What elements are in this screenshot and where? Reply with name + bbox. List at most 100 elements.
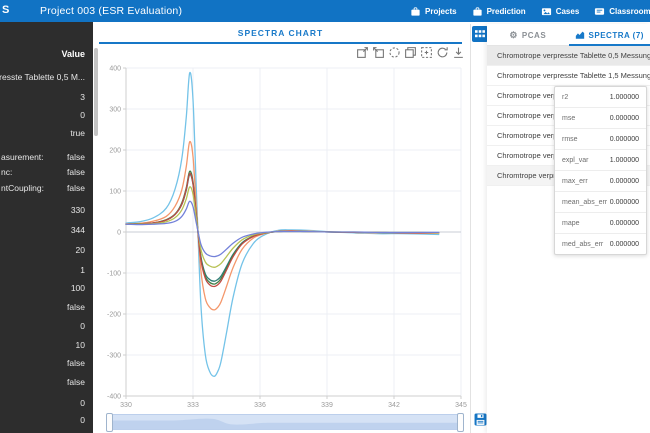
sidebar-row: asurement: false xyxy=(0,151,93,163)
sidebar-row: 3 xyxy=(0,91,93,103)
y-tick-label: 300 xyxy=(109,106,121,113)
sidebar-row-value: 3 xyxy=(80,92,85,102)
series-spectrum-6 xyxy=(125,186,440,268)
series-spectrum-3 xyxy=(125,173,440,282)
nav-item-classroom[interactable]: Classroom xyxy=(594,6,650,17)
metric-row-mape: mape 0.000000 xyxy=(555,213,646,234)
range-slider-handle-left[interactable] xyxy=(106,413,113,432)
page-title: Project 003 (ESR Evaluation) xyxy=(40,5,183,17)
metric-row-rmse: rmse 0.000000 xyxy=(555,129,646,150)
nav-item-prediction[interactable]: Prediction xyxy=(472,6,526,17)
top-nav-items: ProjectsPredictionCasesClassroomAdm xyxy=(410,0,650,22)
metric-name: rmse xyxy=(562,135,578,143)
sidebar-row: true xyxy=(0,127,93,139)
metric-value: 1.000000 xyxy=(609,156,639,164)
metric-value: 0.000000 xyxy=(609,219,639,227)
tab-spectra[interactable]: SPECTRA (7) xyxy=(568,26,650,46)
metric-row-max_err: max_err 0.000000 xyxy=(555,171,646,192)
sidebar-row: 0 xyxy=(0,109,93,121)
tab-spectra-chart[interactable]: SPECTRA CHART xyxy=(99,28,462,38)
sidebar-row: 100 xyxy=(0,282,93,294)
sidebar-row: 20 xyxy=(0,244,93,256)
sidebar-row-value: false xyxy=(67,183,85,193)
sidebar-row-value: 330 xyxy=(70,205,85,215)
sidebar-row-label: asurement: xyxy=(1,152,44,162)
grid-icon xyxy=(475,30,485,38)
metric-name: expl_var xyxy=(562,156,589,164)
chart-tab-underline xyxy=(99,42,462,44)
series-spectrum-1 xyxy=(125,71,440,377)
x-tick-label: 345 xyxy=(455,402,467,409)
y-tick-label: -300 xyxy=(107,352,121,359)
parameters-sidebar: Value verpresste Tablette 0,5 M... 3 0 true… xyxy=(0,22,93,433)
sidebar-row: 330 xyxy=(0,204,93,216)
gear-icon: ⚙ xyxy=(509,30,518,40)
chart-range-slider xyxy=(106,413,464,432)
y-tick-label: -200 xyxy=(107,311,121,318)
metric-value: 1.000000 xyxy=(609,93,639,101)
metric-name: mean_abs_err xyxy=(562,198,608,206)
metric-name: mape xyxy=(562,219,580,227)
y-tick-label: 100 xyxy=(109,188,121,195)
chart-tabbar: SPECTRA CHART xyxy=(99,24,462,42)
y-tick-label: 0 xyxy=(117,229,121,236)
sidebar-row: verpresste Tablette 0,5 M... xyxy=(0,71,93,83)
spectra-list-item[interactable]: Chromotrope verpresste Tablette 0,5 Mess… xyxy=(487,46,650,66)
sidebar-row-value: 1 xyxy=(80,265,85,275)
x-tick-label: 342 xyxy=(388,402,400,409)
range-slider-preview xyxy=(109,415,461,429)
sidebar-row: 344 xyxy=(0,224,93,236)
sidebar-row: false xyxy=(0,301,93,313)
sidebar-row-value: true xyxy=(70,128,85,138)
nav-item-cases[interactable]: Cases xyxy=(541,6,579,17)
metric-value: 0.000000 xyxy=(609,135,639,143)
sidebar-row-value: false xyxy=(67,302,85,312)
sidebar-row-value: 0 xyxy=(80,398,85,408)
app-window: S Project 003 (ESR Evaluation) Projects P… xyxy=(0,0,650,433)
sidebar-row: 10 xyxy=(0,339,93,351)
sidebar-row-label: ntCoupling: xyxy=(1,183,45,193)
save-chart-button[interactable] xyxy=(474,413,487,426)
sidebar-row: 1 xyxy=(0,264,93,276)
metric-row-expl_var: expl_var 1.000000 xyxy=(555,150,646,171)
y-tick-label: -100 xyxy=(107,270,121,277)
spectra-chart-icon xyxy=(575,30,585,42)
sidebar-row: 0 xyxy=(0,397,93,409)
sidebar-row: false xyxy=(0,376,93,388)
sidebar-scrollbar[interactable] xyxy=(94,48,98,136)
spectra-chart-svg: 330 333 336 339 342 345 -400 -300 -200 -100 0 100 20… xyxy=(107,65,467,409)
metric-row-mse: mse 0.000000 xyxy=(555,108,646,129)
tab-pcas[interactable]: ⚙ PCAS xyxy=(487,26,569,45)
y-tick-label: 400 xyxy=(109,65,121,72)
sidebar-row-value: 10 xyxy=(75,340,85,350)
metric-name: r2 xyxy=(562,93,569,101)
grid-view-button[interactable] xyxy=(472,26,488,42)
sidebar-row-value: 0 xyxy=(80,415,85,425)
x-tick-label: 339 xyxy=(321,402,333,409)
series-spectrum-2 xyxy=(125,140,440,311)
sidebar-row-value: 20 xyxy=(75,245,85,255)
value-column-header: Value xyxy=(61,49,85,59)
metric-value: 0.000000 xyxy=(609,114,639,122)
briefcase-icon xyxy=(410,6,421,17)
nav-item-projects[interactable]: Projects xyxy=(410,6,457,17)
range-slider-bar[interactable] xyxy=(108,414,462,430)
metrics-popup: r2 1.000000 mse 0.000000 rmse 0.000000 expl_va… xyxy=(554,86,647,255)
save-icon xyxy=(474,413,487,426)
sidebar-row-value: false xyxy=(67,152,85,162)
sidebar-row: false xyxy=(0,357,93,369)
spectra-list-item[interactable]: Chromotrope verpresste Tablette 1,5 Mess… xyxy=(487,66,650,86)
sidebar-row-value: false xyxy=(67,377,85,387)
classroom-icon xyxy=(594,6,605,17)
metric-value: 0.000000 xyxy=(609,177,639,185)
metric-row-med_abs_err: med_abs_err 0.000000 xyxy=(555,234,646,254)
y-tick-label: 200 xyxy=(109,147,121,154)
range-slider-handle-right[interactable] xyxy=(457,413,464,432)
sidebar-row: nc: false xyxy=(0,166,93,178)
metric-row-r2: r2 1.000000 xyxy=(555,87,646,108)
right-panel-tabs: ⚙ PCAS SPECTRA (7) xyxy=(487,26,650,46)
sidebar-row-value: 0 xyxy=(80,110,85,120)
metric-name: mse xyxy=(562,114,576,122)
x-tick-label: 330 xyxy=(120,402,132,409)
sidebar-row-value: verpresste Tablette 0,5 M... xyxy=(0,72,85,82)
